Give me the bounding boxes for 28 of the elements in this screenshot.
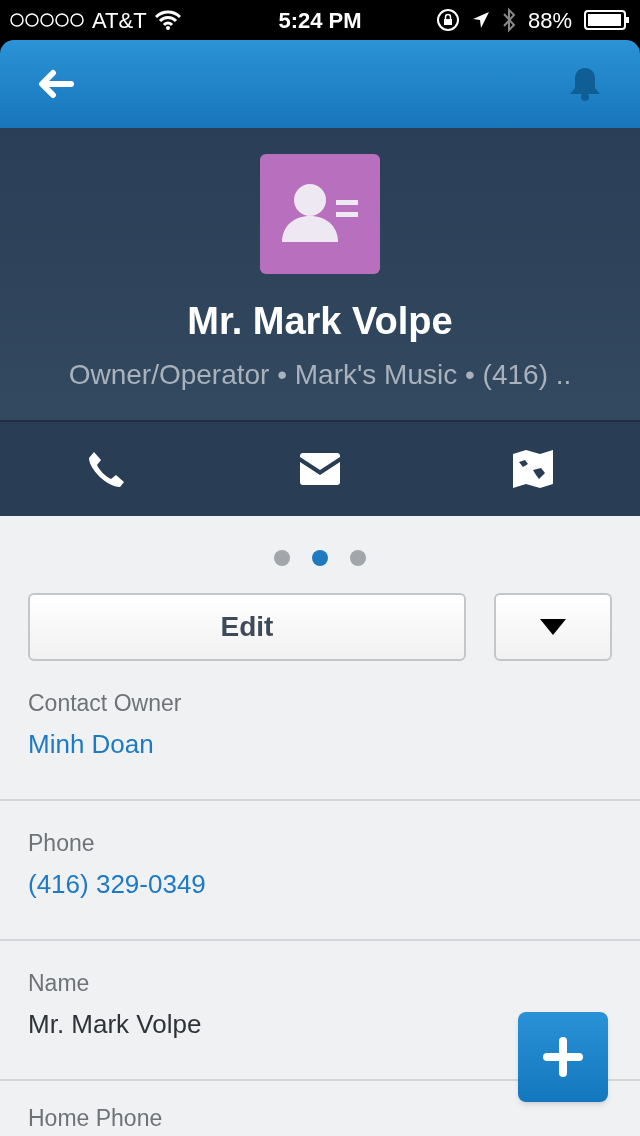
wifi-icon: [154, 10, 181, 30]
caret-icon: [540, 619, 566, 635]
dropdown-button[interactable]: [494, 593, 612, 661]
field-link[interactable]: (416) 329-0349: [28, 869, 612, 899]
contact-subtitle: Owner/Operator • Mark's Music • (416) ..: [68, 358, 572, 392]
contact-avatar-icon: [260, 154, 380, 274]
add-button[interactable]: [518, 1012, 608, 1102]
field-value: Mr. Mark Volpe: [28, 1009, 203, 1039]
field-label: Home Phone: [28, 1106, 164, 1130]
field-label: Name: [28, 971, 91, 995]
carrier: AT&T: [92, 6, 147, 35]
map-icon[interactable]: [513, 450, 554, 488]
field-label: Contact Owner: [28, 691, 183, 715]
bluetooth-icon: [501, 7, 516, 33]
battery-icon: [584, 10, 630, 30]
battery-percent: 88%: [527, 6, 572, 35]
signal-icon: [10, 13, 84, 27]
edit-button[interactable]: Edit: [28, 593, 466, 661]
rotation-lock-icon: [435, 8, 460, 32]
plus-icon: [543, 1037, 583, 1077]
phone-icon[interactable]: [87, 450, 126, 488]
contact-name: Mr. Mark Volpe: [187, 299, 453, 344]
mail-icon[interactable]: [300, 453, 340, 485]
back-arrow-icon[interactable]: [38, 69, 74, 99]
field-label: Phone: [28, 831, 96, 855]
clock: 5:24 PM: [278, 6, 362, 35]
field-link[interactable]: Minh Doan: [28, 729, 612, 759]
location-arrow-icon: [471, 11, 490, 29]
